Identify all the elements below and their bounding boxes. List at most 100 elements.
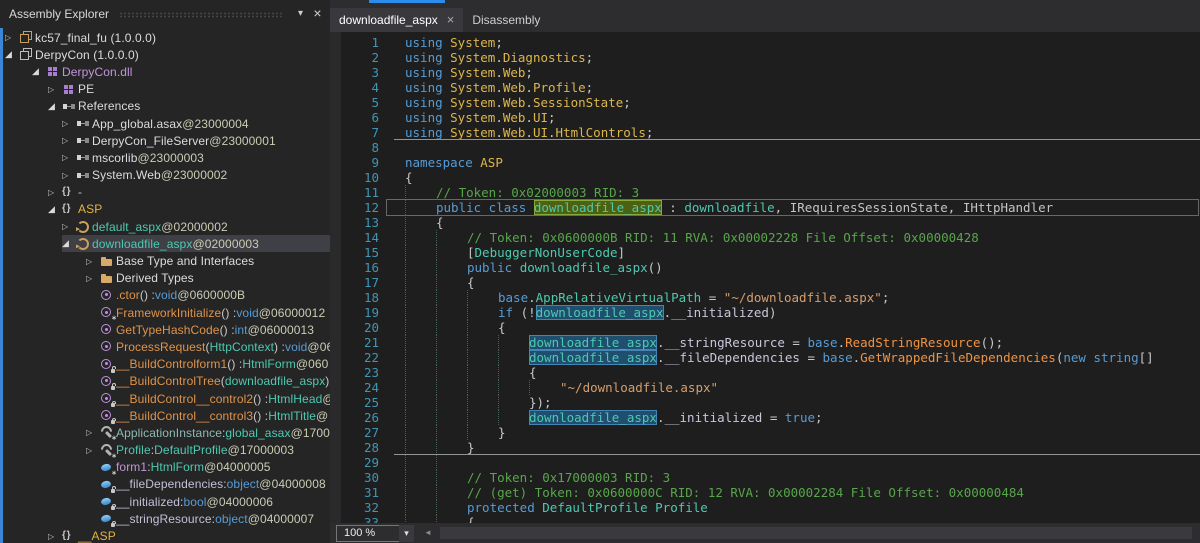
tree-row[interactable]: ▷default_aspx @02000002 <box>0 218 330 235</box>
tree-row-label: App_global.asax <box>92 117 182 131</box>
code-token: , <box>948 200 963 215</box>
tree-row[interactable]: __BuildControlTree(downloadfile_aspx) : <box>0 373 330 390</box>
line-number: 3 <box>330 65 379 80</box>
tree-row-label: @04000008 <box>259 477 325 491</box>
folder-icon <box>100 272 116 285</box>
tree-row[interactable]: ▷App_global.asax @23000004 <box>0 115 330 132</box>
tree-row[interactable]: ▷__ASP <box>0 527 330 543</box>
line-number: 27 <box>330 425 379 440</box>
expander-icon[interactable]: ◢ <box>48 204 62 215</box>
tree-row[interactable]: ▷∗ApplicationInstance : global_asax @170… <box>0 424 330 441</box>
scroll-left-icon[interactable]: ◄ <box>424 528 432 538</box>
tree-row[interactable]: ▷System.Web @23000002 <box>0 167 330 184</box>
line-number: 26 <box>330 410 379 425</box>
tree-row-label: @23000002 <box>161 168 227 182</box>
expander-icon[interactable]: ▷ <box>86 428 100 437</box>
expander-icon[interactable]: ◢ <box>32 66 46 77</box>
indent-guide <box>498 410 529 425</box>
panel-drag-grip[interactable] <box>119 12 284 18</box>
tree-row[interactable]: ◢DerpyCon.dll <box>0 63 330 80</box>
tree-row[interactable]: ▷ Base Type and Interfaces <box>0 252 330 269</box>
tree-row[interactable]: ▷∗Profile : DefaultProfile @17000003 <box>0 442 330 459</box>
expander-icon[interactable]: ▷ <box>48 532 62 541</box>
indent-guide <box>405 275 436 290</box>
tree-row[interactable]: ▷- <box>0 184 330 201</box>
expander-icon[interactable]: ▷ <box>62 153 76 162</box>
tree-row[interactable]: ▷Derived Types <box>0 270 330 287</box>
panel-menu-button[interactable]: ▾ <box>292 6 309 23</box>
code-editor[interactable]: 1using System;2using System.Diagnostics;… <box>330 32 1200 543</box>
tree-row-label: HtmlForm <box>151 460 204 474</box>
indent-guide <box>405 455 436 470</box>
zoom-caret-icon[interactable]: ▾ <box>399 525 414 542</box>
expander-icon[interactable]: ◢ <box>62 238 76 249</box>
tree-row[interactable]: ▷DerpyCon_FileServer @23000001 <box>0 132 330 149</box>
tree-row[interactable]: ▷mscorlib @23000003 <box>0 149 330 166</box>
tab-close-icon[interactable]: × <box>447 15 455 25</box>
tree-row[interactable]: ◢DerpyCon (1.0.0.0) <box>0 46 330 63</box>
code-line: 15[DebuggerNonUserCode] <box>330 245 1200 260</box>
tree-row-label: @ <box>316 409 328 423</box>
tree-row[interactable]: __BuildControl__control2() : HtmlHead @ <box>0 390 330 407</box>
zoom-level-select[interactable]: 100 % <box>336 525 403 542</box>
code-token: : <box>662 200 685 215</box>
tree-row[interactable]: ProcessRequest(HttpContext) : void @06 <box>0 338 330 355</box>
tree-row[interactable]: __initialized : bool @04000006 <box>0 493 330 510</box>
expander-icon[interactable]: ▷ <box>86 446 100 455</box>
tree-row-label: @17000003 <box>228 443 294 457</box>
code-token: ; <box>623 95 631 110</box>
code-token: ) <box>769 305 777 320</box>
code-line: 13{ <box>330 215 1200 230</box>
tree-row[interactable]: GetTypeHashCode() : int @06000013 <box>0 321 330 338</box>
tree-row-label: Base Type and Interfaces <box>116 254 254 268</box>
tree-row[interactable]: __BuildControlform1() : HtmlForm @060 <box>0 356 330 373</box>
expander-icon[interactable]: ▷ <box>5 33 19 42</box>
tree-row[interactable]: __BuildControl__control3() : HtmlTitle @ <box>0 407 330 424</box>
panel-close-button[interactable]: × <box>309 6 326 23</box>
tree-row[interactable]: ▷PE <box>0 81 330 98</box>
tree-row[interactable]: ∗FrameworkInitialize() : void @06000012 <box>0 304 330 321</box>
code-line: 19if (!downloadfile_aspx.__initialized) <box>330 305 1200 320</box>
tab-Disassembly[interactable]: Disassembly <box>463 8 549 32</box>
code-token: System <box>450 125 495 140</box>
code-token: . <box>495 125 503 140</box>
tree-row[interactable]: __fileDependencies : object @04000008 <box>0 476 330 493</box>
tree-row-label: downloadfile_aspx <box>92 237 192 251</box>
horizontal-scrollbar-thumb[interactable] <box>440 527 1192 539</box>
expander-icon[interactable]: ◢ <box>5 49 19 60</box>
indent-guide <box>405 380 436 395</box>
tree-row[interactable]: ∗form1 : HtmlForm @04000005 <box>0 459 330 476</box>
code-line: 12public class downloadfile_aspx : downl… <box>330 200 1200 215</box>
assembly-tree: ▷ kc57_final_fu (1.0.0.0)◢DerpyCon (1.0.0… <box>0 29 330 543</box>
line-number: 18 <box>330 290 379 305</box>
tree-row-label: kc57_final_fu (1.0.0.0) <box>35 31 156 45</box>
code-text: downloadfile_aspx.__stringResource = bas… <box>379 335 1003 350</box>
indent-guide <box>436 485 467 500</box>
expander-icon[interactable]: ▷ <box>62 171 76 180</box>
expander-icon[interactable]: ▷ <box>48 188 62 197</box>
tree-row[interactable]: .ctor() : void @0600000B <box>0 287 330 304</box>
indent-guide <box>405 320 436 335</box>
field-icon: ∗ <box>100 461 116 474</box>
tree-row[interactable]: __stringResource : object @04000007 <box>0 510 330 527</box>
expander-icon[interactable]: ▷ <box>86 274 100 283</box>
tab-downloadfile_aspx[interactable]: downloadfile_aspx× <box>330 8 463 32</box>
tree-row[interactable]: ▷ kc57_final_fu (1.0.0.0) <box>0 29 330 46</box>
indent-guide <box>405 410 436 425</box>
expander-icon[interactable]: ▷ <box>62 136 76 145</box>
code-token: = <box>800 350 823 365</box>
code-line: 7using System.Web.UI.HtmlControls; <box>330 125 1200 140</box>
tree-row[interactable]: ◢References <box>0 98 330 115</box>
code-line: 25}); <box>330 395 1200 410</box>
expander-icon[interactable]: ▷ <box>62 119 76 128</box>
tree-row[interactable]: ◢ASP <box>0 201 330 218</box>
expander-icon[interactable]: ◢ <box>48 101 62 112</box>
code-token: System <box>450 35 495 50</box>
tree-row[interactable]: ◢downloadfile_aspx @02000003 <box>0 235 330 252</box>
expander-icon[interactable]: ▷ <box>86 257 100 266</box>
code-token: ; <box>525 65 533 80</box>
lock-badge-icon <box>111 420 115 424</box>
expander-icon[interactable]: ▷ <box>48 85 62 94</box>
reference-icon <box>62 100 78 113</box>
expander-icon[interactable]: ▷ <box>62 222 76 231</box>
